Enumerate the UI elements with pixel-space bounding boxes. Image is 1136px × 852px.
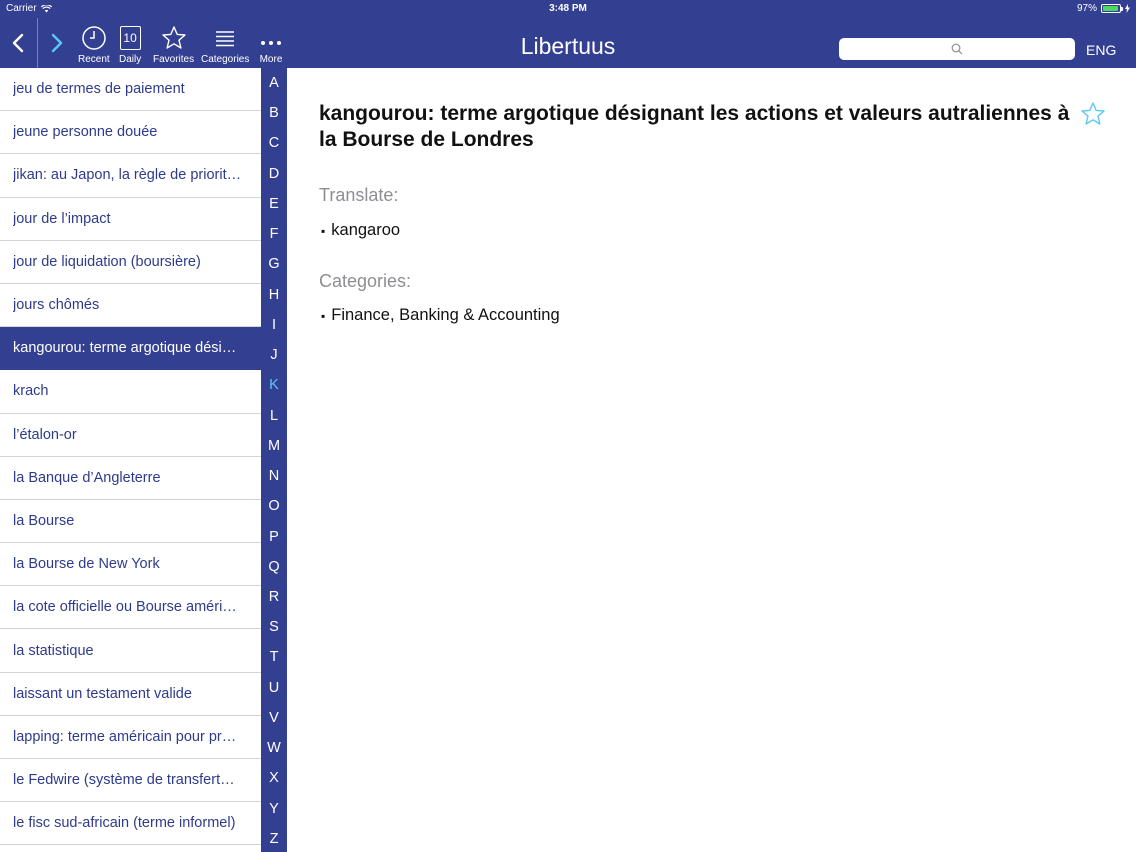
list-item-label: jour de l’impact xyxy=(13,210,111,227)
list-item-label: la Bourse xyxy=(13,512,75,529)
category-link[interactable]: Finance, Banking & Accounting xyxy=(331,306,559,324)
index-letter[interactable]: R xyxy=(269,588,279,606)
list-item-label: jours chômés xyxy=(13,297,100,314)
list-item[interactable]: la Banque d’Angleterre xyxy=(0,457,261,500)
term-title: kangourou: terme argotique désignant les… xyxy=(319,102,1070,151)
index-letter[interactable]: C xyxy=(269,134,279,152)
index-letter[interactable]: E xyxy=(269,195,279,213)
list-item[interactable]: laissant un testament valide xyxy=(0,673,261,716)
list-item[interactable]: la cote officielle ou Bourse améri… xyxy=(0,586,261,630)
term-list: jeu de termes de paiement jeune personne… xyxy=(0,68,261,852)
index-letter[interactable]: V xyxy=(269,709,279,727)
translation-item: ▪ kangaroo xyxy=(321,221,400,240)
charging-icon xyxy=(1125,4,1130,13)
list-item-label: jour de liquidation (boursière) xyxy=(13,253,201,270)
index-letter[interactable]: O xyxy=(268,497,279,515)
index-letter[interactable]: P xyxy=(269,528,279,546)
index-letter-active[interactable]: K xyxy=(269,376,279,394)
index-letter[interactable]: J xyxy=(270,346,277,364)
list-item-label: l’étalon-or xyxy=(13,426,77,443)
battery-icon xyxy=(1101,4,1123,13)
index-letter[interactable]: B xyxy=(269,104,279,122)
list-item[interactable]: jour de l’impact xyxy=(0,198,261,241)
index-letter[interactable]: F xyxy=(270,225,279,243)
index-letter[interactable]: D xyxy=(269,165,279,183)
list-item-label: krach xyxy=(13,383,49,400)
bullet-dot: ▪ xyxy=(321,309,326,323)
search-field[interactable] xyxy=(839,38,1075,60)
search-input[interactable] xyxy=(839,38,1075,60)
list-item[interactable]: le Fedwire (système de transfert… xyxy=(0,759,261,803)
list-item-label: lapping: terme américain pour pr… xyxy=(13,728,237,745)
index-letter[interactable]: G xyxy=(268,255,279,273)
list-item-label: jikan: au Japon, la règle de priorit… xyxy=(13,167,242,184)
list-item-label: la statistique xyxy=(13,642,94,659)
categories-heading: Categories: xyxy=(319,271,412,291)
list-item[interactable]: la Bourse xyxy=(0,500,261,544)
battery-status: 97% xyxy=(1077,3,1130,14)
bullet-dot: ▪ xyxy=(321,224,326,238)
list-item-label: laissant un testament valide xyxy=(13,685,192,702)
status-time: 3:48 PM xyxy=(549,3,587,14)
list-item[interactable]: le fisc sud-africain (terme informel) xyxy=(0,802,261,846)
index-letter[interactable]: Z xyxy=(270,830,279,848)
status-bar: Carrier 3:48 PM 97% xyxy=(0,0,1136,18)
index-letter[interactable]: W xyxy=(267,739,281,757)
list-item-label: jeu de termes de paiement xyxy=(13,81,185,98)
index-letter[interactable]: L xyxy=(270,407,278,425)
list-item-label: le Fedwire (système de transfert… xyxy=(13,772,235,789)
list-item[interactable]: krach xyxy=(0,370,261,414)
index-letter[interactable]: S xyxy=(269,618,279,636)
list-item[interactable]: jeu de termes de paiement xyxy=(0,68,261,112)
list-item-label: kangourou: terme argotique dési… xyxy=(13,340,237,357)
list-item-label: la Bourse de New York xyxy=(13,556,160,573)
index-letter[interactable]: M xyxy=(268,437,280,455)
list-item-label: le fisc sud-africain (terme informel) xyxy=(13,815,236,832)
category-item: ▪ Finance, Banking & Accounting xyxy=(321,306,560,325)
list-item-label: jeune personne douée xyxy=(13,124,158,141)
list-item[interactable]: jour de liquidation (boursière) xyxy=(0,241,261,284)
index-letter[interactable]: X xyxy=(269,769,279,787)
index-letter[interactable]: Y xyxy=(269,800,279,818)
index-letter[interactable]: A xyxy=(269,74,279,92)
list-item-label: la Banque d’Angleterre xyxy=(13,469,161,486)
translate-heading: Translate: xyxy=(319,185,399,205)
list-item[interactable]: la statistique xyxy=(0,629,261,673)
index-letter[interactable]: U xyxy=(269,679,279,697)
language-button[interactable]: ENG xyxy=(1086,42,1116,58)
list-item-label: la cote officielle ou Bourse améri… xyxy=(13,599,237,616)
list-item[interactable]: la Bourse de New York xyxy=(0,543,261,587)
list-item[interactable]: lapping: terme américain pour pr… xyxy=(0,716,261,759)
list-item[interactable]: jikan: au Japon, la règle de priorit… xyxy=(0,154,261,198)
index-letter[interactable]: T xyxy=(270,648,279,666)
translation-text: kangaroo xyxy=(331,221,401,239)
list-item[interactable]: jours chômés xyxy=(0,284,261,328)
detail-pane: kangourou: terme argotique désignant les… xyxy=(288,68,1136,852)
index-letter[interactable]: I xyxy=(272,316,276,334)
index-letter[interactable]: Q xyxy=(268,558,279,576)
list-item[interactable]: l’étalon-or xyxy=(0,414,261,457)
alphabet-index[interactable]: A B C D E F G H I J K L M N O P Q R S T … xyxy=(261,68,287,852)
top-bar: Carrier 3:48 PM 97% Recent 10 Daily Favo… xyxy=(0,0,1136,68)
battery-percent: 97% xyxy=(1076,3,1097,14)
favorite-star-icon[interactable] xyxy=(1080,101,1106,127)
list-item[interactable]: jeune personne douée xyxy=(0,111,261,155)
list-item-selected[interactable]: kangourou: terme argotique dési… xyxy=(0,327,261,371)
index-letter[interactable]: H xyxy=(269,286,279,304)
index-letter[interactable]: N xyxy=(269,467,279,485)
